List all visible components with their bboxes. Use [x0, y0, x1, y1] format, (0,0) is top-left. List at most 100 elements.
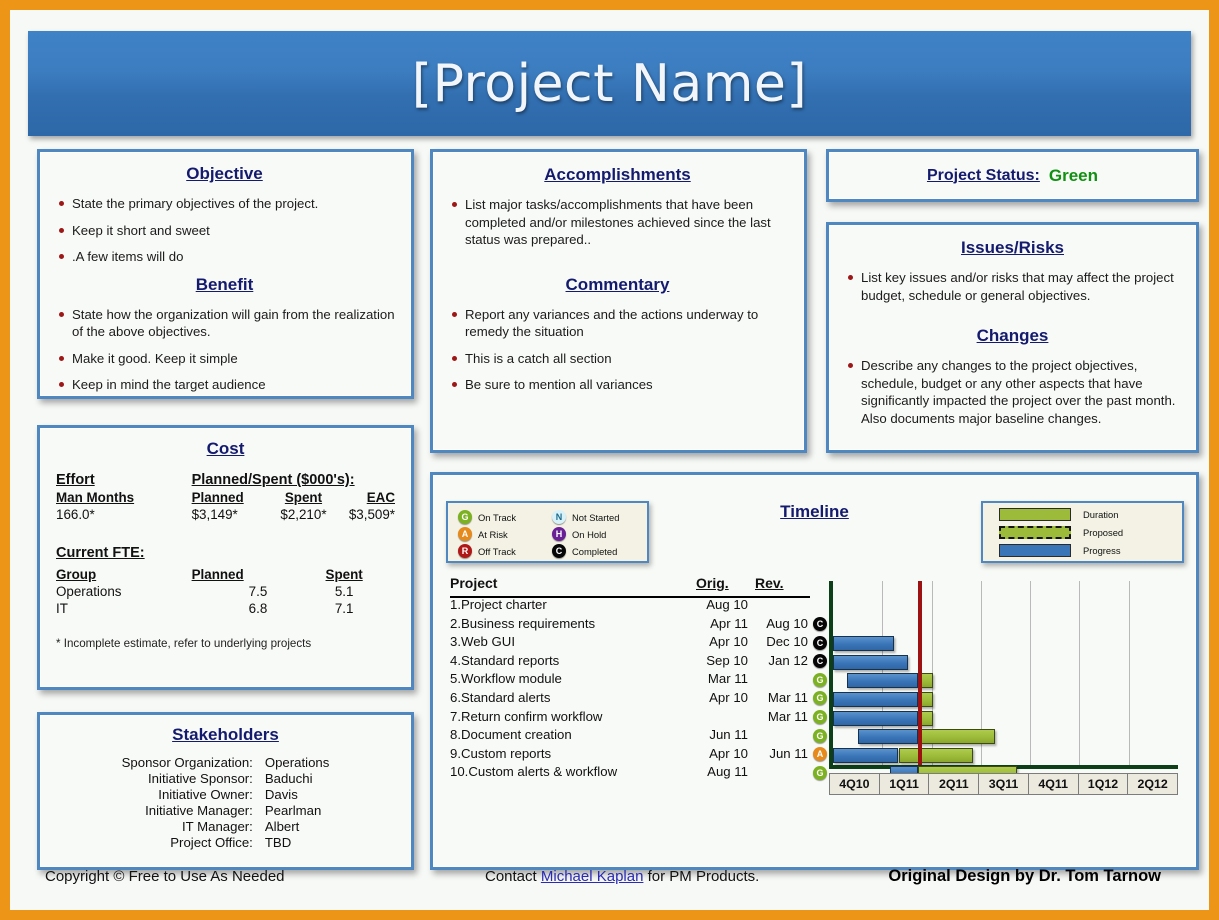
gantt-row-orig: Aug 11: [707, 764, 748, 780]
gantt-row-name: 6.Standard alerts: [450, 689, 551, 705]
status-legend-item: C Completed: [552, 544, 647, 558]
gantt-progress-bar: [833, 692, 918, 707]
gantt-progress-bar: [833, 636, 894, 652]
issue-item: List key issues and/or risks that may af…: [841, 269, 1184, 304]
gantt-row-name: 5.Workflow module: [450, 671, 562, 687]
gantt-row: 3.Web GUI Apr 10 Dec 10 C: [450, 634, 827, 653]
gantt-progress-bar: [833, 747, 899, 763]
benefit-item: Keep in mind the target audience: [52, 376, 397, 394]
gantt-plot-area: 4Q10 1Q11 2Q11 3Q11 4Q11 1Q12 2Q12: [821, 581, 1186, 795]
gantt-row-orig: Aug 10: [706, 597, 748, 612]
gantt-row: 7.Return confirm workflow Mar 11 G: [450, 708, 827, 728]
status-legend-item: H On Hold: [552, 527, 647, 541]
status-legend-item: N Not Started: [552, 510, 647, 524]
accomplishments-panel: Accomplishments List major tasks/accompl…: [430, 149, 807, 453]
gridline: [1079, 581, 1081, 765]
bar-legend-label: Duration: [1083, 509, 1119, 520]
gantt-row: 9.Custom reports Apr 10 Jun 11 A: [450, 745, 827, 765]
status-legend-item: G On Track: [458, 510, 552, 524]
quarter-axis: 4Q10 1Q11 2Q11 3Q11 4Q11 1Q12 2Q12: [829, 773, 1178, 795]
gridline: [1030, 581, 1032, 765]
gantt-row-rev: Jan 12: [768, 652, 808, 668]
quarter-tick: 4Q11: [1029, 774, 1079, 794]
header-project: Project: [450, 575, 498, 591]
proposed-swatch-icon: [999, 526, 1071, 539]
header-orig: Orig.: [696, 575, 729, 591]
status-legend-item: A At Risk: [458, 527, 552, 541]
gantt-row-name: 4.Standard reports: [450, 652, 560, 668]
status-c-icon: C: [552, 544, 566, 558]
quarter-tick: 4Q10: [830, 774, 880, 794]
commentary-item: This is a catch all section: [445, 350, 790, 368]
status-legend-label: Not Started: [572, 511, 620, 523]
issues-risks-panel: Issues/Risks List key issues and/or risk…: [826, 222, 1199, 453]
gantt-row: 8.Document creation Jun 11 G: [450, 727, 827, 746]
gantt-row: 4.Standard reports Sep 10 Jan 12 C: [450, 652, 827, 672]
gantt-plot: [829, 581, 1178, 782]
header-rev: Rev.: [755, 575, 784, 591]
change-item: Describe any changes to the project obje…: [841, 357, 1184, 427]
gridline: [1128, 581, 1130, 765]
gantt-row-rev: Mar 11: [767, 689, 808, 705]
objective-item: State the primary objectives of the proj…: [52, 195, 397, 213]
page-title: [Project Name]: [411, 53, 808, 114]
quarter-tick: 3Q11: [979, 774, 1029, 794]
gantt-progress-bar: [833, 654, 909, 670]
status-legend-label: At Risk: [478, 528, 508, 540]
design-credit: Original Design by Dr. Tom Tarnow: [888, 867, 1161, 885]
gantt-progress-bar: [833, 710, 918, 726]
accomplishments-list: List major tasks/accomplishments that ha…: [445, 196, 790, 249]
header-banner: [Project Name]: [28, 31, 1191, 136]
gantt-progress-bar: [858, 729, 918, 745]
gantt-row: 5.Workflow module Mar 11 G: [450, 671, 827, 690]
quarter-tick: 1Q11: [880, 774, 930, 794]
accomplishment-item: List major tasks/accomplishments that ha…: [445, 196, 790, 249]
stakeholders-panel: Stakeholders Sponsor Organization: Operat…: [37, 712, 414, 870]
gantt-row-name: 2.Business requirements: [450, 615, 596, 631]
status-h-icon: H: [552, 527, 566, 541]
gantt-row-orig: Sep 10: [706, 652, 748, 668]
status-r-icon: R: [458, 544, 472, 558]
status-legend-label: Completed: [572, 545, 618, 557]
gantt-row-name: 1.Project charter: [450, 597, 547, 612]
contact-link[interactable]: Michael Kaplan: [541, 868, 644, 885]
gantt-row: 2.Business requirements Apr 11 Aug 10 C: [450, 615, 827, 635]
status-legend-label: On Track: [478, 511, 517, 523]
status-legend-label: On Hold: [572, 528, 607, 540]
gantt-row-name: 9.Custom reports: [450, 745, 552, 761]
bar-legend: Duration Proposed Progress: [981, 501, 1184, 563]
benefit-item: Make it good. Keep it simple: [52, 350, 397, 368]
gantt-row-name: 10.Custom alerts & workflow: [450, 764, 618, 780]
gantt-row-name: 8.Document creation: [450, 727, 572, 743]
gantt-row-orig: Jun 11: [709, 727, 748, 743]
contact-prefix: Contact: [485, 868, 541, 885]
gantt-row-name: 3.Web GUI: [450, 634, 515, 650]
gantt-duration-bar: [917, 729, 995, 745]
status-a-icon: A: [458, 527, 472, 541]
quarter-tick: 1Q12: [1079, 774, 1129, 794]
gantt-row-rev: Jun 11: [769, 745, 808, 761]
bar-legend-item: Progress: [999, 544, 1182, 557]
gantt-duration-bar: [899, 747, 974, 763]
duration-swatch-icon: [999, 508, 1071, 521]
bar-legend-item: Duration: [999, 508, 1182, 521]
gantt-row-name: 7.Return confirm workflow: [450, 708, 603, 724]
timeline-panel: Timeline G On Track N Not Started A At Risk H O…: [430, 472, 1199, 870]
today-marker: [917, 581, 922, 765]
benefit-list: State how the organization will gain fro…: [52, 306, 397, 394]
gantt-row-rev: Dec 10: [766, 634, 808, 650]
bar-legend-item: Proposed: [999, 526, 1182, 539]
status-legend: G On Track N Not Started A At Risk H On Hold R Of…: [446, 501, 649, 563]
gantt-row: 1.Project charter Aug 10: [450, 597, 825, 616]
cost-panel: Cost Effort Planned/Spent ($000's): Man …: [37, 425, 414, 690]
contact-text: Contact Michael Kaplan for PM Products.: [485, 868, 759, 885]
panel-inner-border: [829, 152, 1196, 199]
objective-panel: Objective State the primary objectives o…: [37, 149, 414, 399]
commentary-item: Report any variances and the actions und…: [445, 306, 790, 341]
changes-list: Describe any changes to the project obje…: [841, 357, 1184, 427]
objective-item: Keep it short and sweet: [52, 222, 397, 240]
panel-inner-border: [40, 428, 411, 687]
copyright-text: Copyright © Free to Use As Needed: [45, 868, 285, 885]
objective-item: .A few items will do: [52, 248, 397, 266]
bar-legend-label: Progress: [1083, 545, 1121, 556]
